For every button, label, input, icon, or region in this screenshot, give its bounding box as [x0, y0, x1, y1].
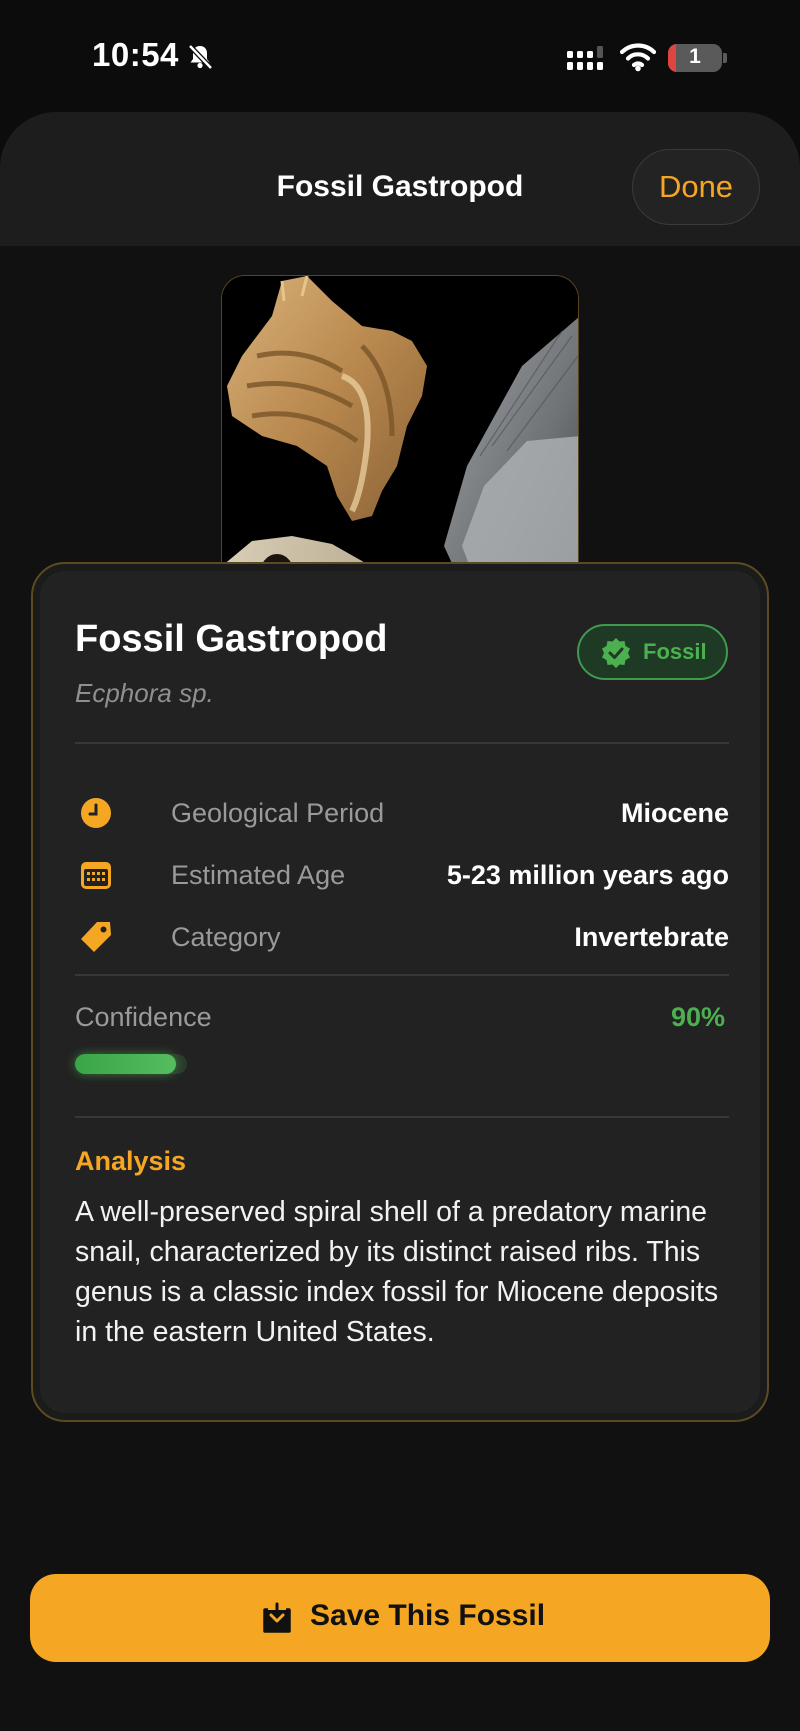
- detail-row-category: Category Invertebrate: [75, 914, 729, 960]
- fossil-info-card: Fossil Gastropod Ecphora sp. Fossil Geol…: [31, 562, 769, 1422]
- detail-value: Miocene: [620, 798, 729, 828]
- status-bar: 10:54 1: [0, 0, 800, 110]
- save-button-label: Save This Fossil: [310, 1599, 546, 1632]
- confidence-label: Confidence: [75, 1002, 212, 1032]
- badge-label: Fossil: [643, 639, 707, 664]
- verified-check-icon: [602, 638, 630, 668]
- battery-level: 1: [689, 45, 701, 68]
- analysis-text: A well-preserved spiral shell of a preda…: [75, 1196, 719, 1348]
- calendar-icon: [81, 862, 111, 889]
- detail-value: 5-23 million years ago: [446, 860, 729, 890]
- nav-bar: Fossil Gastropod Done: [0, 112, 800, 246]
- detail-value: Invertebrate: [574, 922, 729, 952]
- card-title: Fossil Gastropod: [75, 618, 388, 660]
- detail-label: Estimated Age: [171, 860, 346, 890]
- battery-icon: 1: [668, 44, 722, 72]
- detail-row-period: Geological Period Miocene: [75, 790, 729, 836]
- fossil-badge: Fossil: [577, 624, 728, 680]
- cellular-signal-icon: [567, 46, 603, 70]
- detail-label: Category: [171, 922, 281, 952]
- detail-label: Geological Period: [171, 798, 385, 828]
- divider: [75, 742, 729, 744]
- bell-slash-icon: [188, 44, 213, 70]
- done-button[interactable]: Done: [632, 149, 760, 225]
- confidence-value: 90%: [670, 1002, 725, 1032]
- status-time: 10:54: [92, 36, 179, 73]
- confidence-bar: [75, 1054, 187, 1074]
- detail-row-age: Estimated Age 5-23 million years ago: [75, 852, 729, 898]
- battery-nub: [723, 53, 727, 63]
- divider: [75, 1116, 729, 1118]
- confidence-bar-fill: [75, 1054, 176, 1074]
- download-tray-icon: [263, 1602, 291, 1633]
- save-fossil-button[interactable]: Save This Fossil: [30, 1574, 770, 1662]
- scientific-name: Ecphora sp.: [75, 678, 214, 708]
- divider: [75, 974, 729, 976]
- wifi-icon: [620, 43, 656, 72]
- clock-icon: [81, 798, 111, 828]
- tag-icon: [81, 922, 111, 952]
- analysis-heading: Analysis: [75, 1146, 187, 1176]
